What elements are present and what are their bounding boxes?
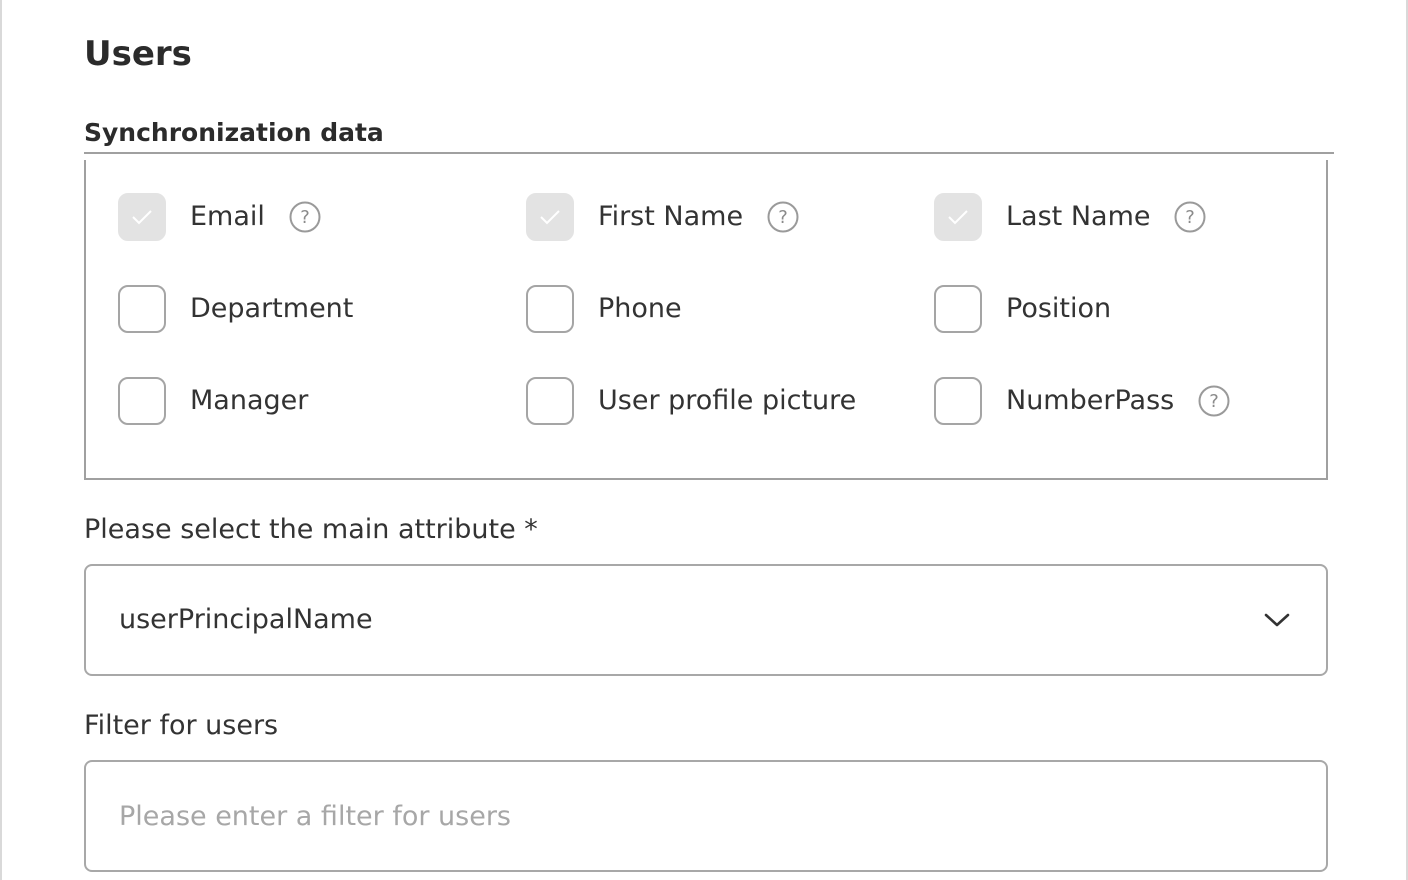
user-filter-input[interactable] xyxy=(84,760,1328,872)
svg-text:?: ? xyxy=(1186,207,1196,228)
main-attribute-select[interactable]: userPrincipalName xyxy=(84,564,1328,676)
svg-text:?: ? xyxy=(1209,391,1219,412)
svg-text:?: ? xyxy=(300,207,310,228)
numberpass-help-icon[interactable]: ? xyxy=(1198,385,1230,417)
main-attribute-selected-value: userPrincipalName xyxy=(119,604,373,635)
first-name-help-icon[interactable]: ? xyxy=(767,201,799,233)
main-attribute-label: Please select the main attribute * xyxy=(84,514,538,545)
last-name-help-icon[interactable]: ? xyxy=(1174,201,1206,233)
first-name-checkbox[interactable] xyxy=(526,193,574,241)
checkbox-item-manager[interactable]: Manager xyxy=(118,377,308,425)
check-icon xyxy=(132,210,152,225)
check-icon xyxy=(948,210,968,225)
chevron-down-icon[interactable] xyxy=(1264,612,1290,628)
checkbox-item-position[interactable]: Position xyxy=(934,285,1111,333)
numberpass-checkbox-label: NumberPass xyxy=(1006,385,1175,416)
email-help-icon[interactable]: ? xyxy=(289,201,321,233)
checkbox-item-first-name[interactable]: First Name ? xyxy=(526,193,799,241)
checkbox-item-department[interactable]: Department xyxy=(118,285,353,333)
email-checkbox-label: Email xyxy=(190,201,265,232)
phone-checkbox[interactable] xyxy=(526,285,574,333)
last-name-checkbox-label: Last Name xyxy=(1006,201,1151,232)
sync-data-fieldset: Email ? First Name ? Last Name ? Departm… xyxy=(84,160,1328,480)
position-checkbox[interactable] xyxy=(934,285,982,333)
checkbox-item-last-name[interactable]: Last Name ? xyxy=(934,193,1206,241)
page-title: Users xyxy=(84,34,192,74)
first-name-checkbox-label: First Name xyxy=(598,201,744,232)
phone-checkbox-label: Phone xyxy=(598,293,682,324)
section-divider xyxy=(84,152,1334,154)
user-filter-label: Filter for users xyxy=(84,710,279,741)
checkbox-item-email[interactable]: Email ? xyxy=(118,193,321,241)
department-checkbox-label: Department xyxy=(190,293,354,324)
last-name-checkbox[interactable] xyxy=(934,193,982,241)
numberpass-checkbox[interactable] xyxy=(934,377,982,425)
manager-checkbox-label: Manager xyxy=(190,385,309,416)
position-checkbox-label: Position xyxy=(1006,293,1112,324)
checkbox-item-user-profile-picture[interactable]: User profile picture xyxy=(526,377,856,425)
checkbox-item-phone[interactable]: Phone xyxy=(526,285,682,333)
svg-text:?: ? xyxy=(778,207,788,228)
checkbox-item-numberpass[interactable]: NumberPass ? xyxy=(934,377,1230,425)
manager-checkbox[interactable] xyxy=(118,377,166,425)
email-checkbox[interactable] xyxy=(118,193,166,241)
users-settings-page: Users Synchronization data Email ? First… xyxy=(0,0,1408,880)
sync-section-title: Synchronization data xyxy=(84,118,384,147)
user-profile-picture-checkbox-label: User profile picture xyxy=(598,385,857,416)
check-icon xyxy=(540,210,560,225)
user-profile-picture-checkbox[interactable] xyxy=(526,377,574,425)
department-checkbox[interactable] xyxy=(118,285,166,333)
